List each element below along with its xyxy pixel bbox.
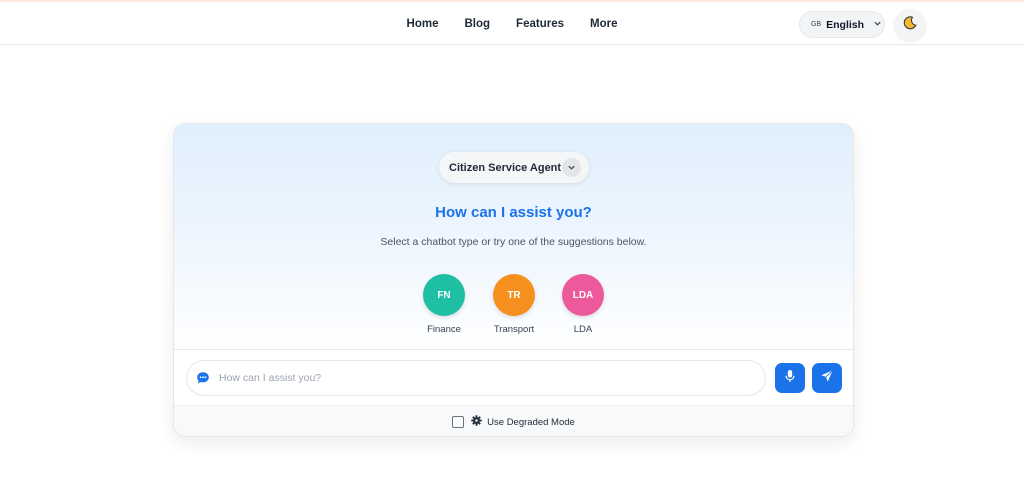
send-button[interactable] [812, 363, 842, 393]
gear-icon [471, 413, 482, 431]
bot-avatar: TR [493, 274, 535, 316]
bot-label: LDA [573, 324, 593, 335]
language-selector[interactable]: GB English [799, 11, 885, 38]
send-icon [820, 369, 834, 388]
nav-link-more[interactable]: More [577, 14, 630, 34]
bot-finance[interactable]: FN Finance [409, 274, 479, 335]
chat-bubble-icon [196, 371, 210, 390]
assist-title: How can I assist you? [435, 204, 592, 221]
degraded-mode-label: Use Degraded Mode [487, 416, 575, 428]
bot-avatar: FN [423, 274, 465, 316]
language-code: GB [811, 21, 822, 28]
microphone-button[interactable] [775, 363, 805, 393]
chevron-down-icon [562, 158, 581, 177]
moon-icon [902, 15, 918, 36]
nav-link-blog[interactable]: Blog [451, 14, 503, 34]
degraded-mode-row: Use Degraded Mode [174, 405, 853, 436]
chat-input-row [174, 351, 853, 405]
chat-card: Citizen Service Agent How can I assist y… [173, 123, 854, 437]
bot-avatar: LDA [562, 274, 604, 316]
microphone-icon [784, 369, 796, 388]
nav-link-features[interactable]: Features [503, 14, 577, 34]
navbar: Home Blog Features More GB English [0, 2, 1024, 45]
agent-selector-label: Citizen Service Agent [449, 161, 562, 174]
nav-link-home[interactable]: Home [394, 14, 452, 34]
assist-subtitle: Select a chatbot type or try one of the … [380, 236, 647, 248]
chevron-down-icon [873, 19, 882, 31]
chat-input-container [186, 360, 766, 396]
bot-lda[interactable]: LDA LDA [548, 274, 618, 335]
chat-card-header: Citizen Service Agent How can I assist y… [174, 124, 853, 350]
bot-label: Transport [493, 324, 535, 335]
bot-transport[interactable]: TR Transport [479, 274, 549, 335]
theme-toggle-button[interactable] [894, 9, 926, 41]
agent-selector[interactable]: Citizen Service Agent [439, 152, 589, 183]
degraded-mode-checkbox[interactable] [452, 416, 465, 428]
bot-label: Finance [427, 324, 461, 335]
chat-input[interactable] [217, 361, 757, 395]
language-label: English [826, 18, 865, 31]
